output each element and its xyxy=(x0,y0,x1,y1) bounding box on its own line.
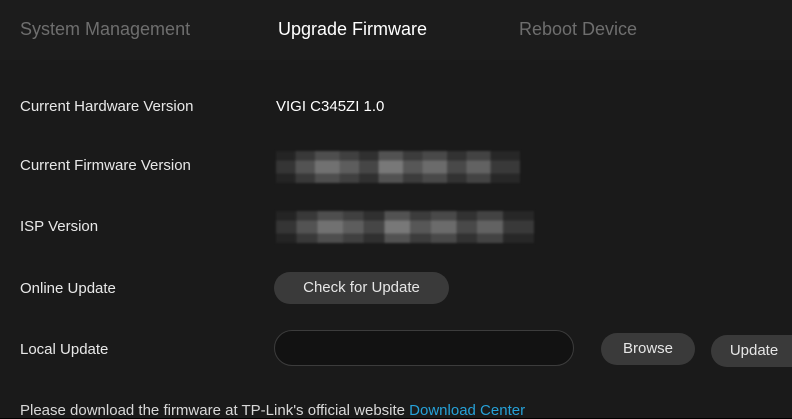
browse-button[interactable]: Browse xyxy=(601,333,695,365)
isp-version-label: ISP Version xyxy=(20,218,99,235)
check-for-update-button[interactable]: Check for Update xyxy=(274,272,449,304)
tab-bar: System Management Upgrade Firmware Reboo… xyxy=(0,0,792,60)
firmware-version-label: Current Firmware Version xyxy=(20,157,191,174)
online-update-label: Online Update xyxy=(20,280,116,297)
firmware-version-redacted xyxy=(276,151,520,183)
hardware-version-value: VIGI C345ZI 1.0 xyxy=(276,98,385,115)
upgrade-firmware-panel: Current Hardware Version VIGI C345ZI 1.0… xyxy=(0,60,792,419)
isp-version-redacted xyxy=(276,211,534,243)
tab-upgrade-firmware[interactable]: Upgrade Firmware xyxy=(278,17,427,41)
update-button[interactable]: Update xyxy=(711,335,792,367)
download-note-text: Please download the firmware at TP-Link'… xyxy=(20,402,410,419)
download-note: Please download the firmware at TP-Link'… xyxy=(20,402,525,419)
hardware-version-label: Current Hardware Version xyxy=(20,98,194,115)
download-center-link[interactable]: Download Center xyxy=(409,402,525,419)
tab-reboot-device[interactable]: Reboot Device xyxy=(519,17,637,41)
tab-system-management[interactable]: System Management xyxy=(20,17,190,41)
firmware-file-input[interactable] xyxy=(274,330,574,366)
local-update-label: Local Update xyxy=(20,341,109,358)
firmware-page: System Management Upgrade Firmware Reboo… xyxy=(0,0,792,419)
